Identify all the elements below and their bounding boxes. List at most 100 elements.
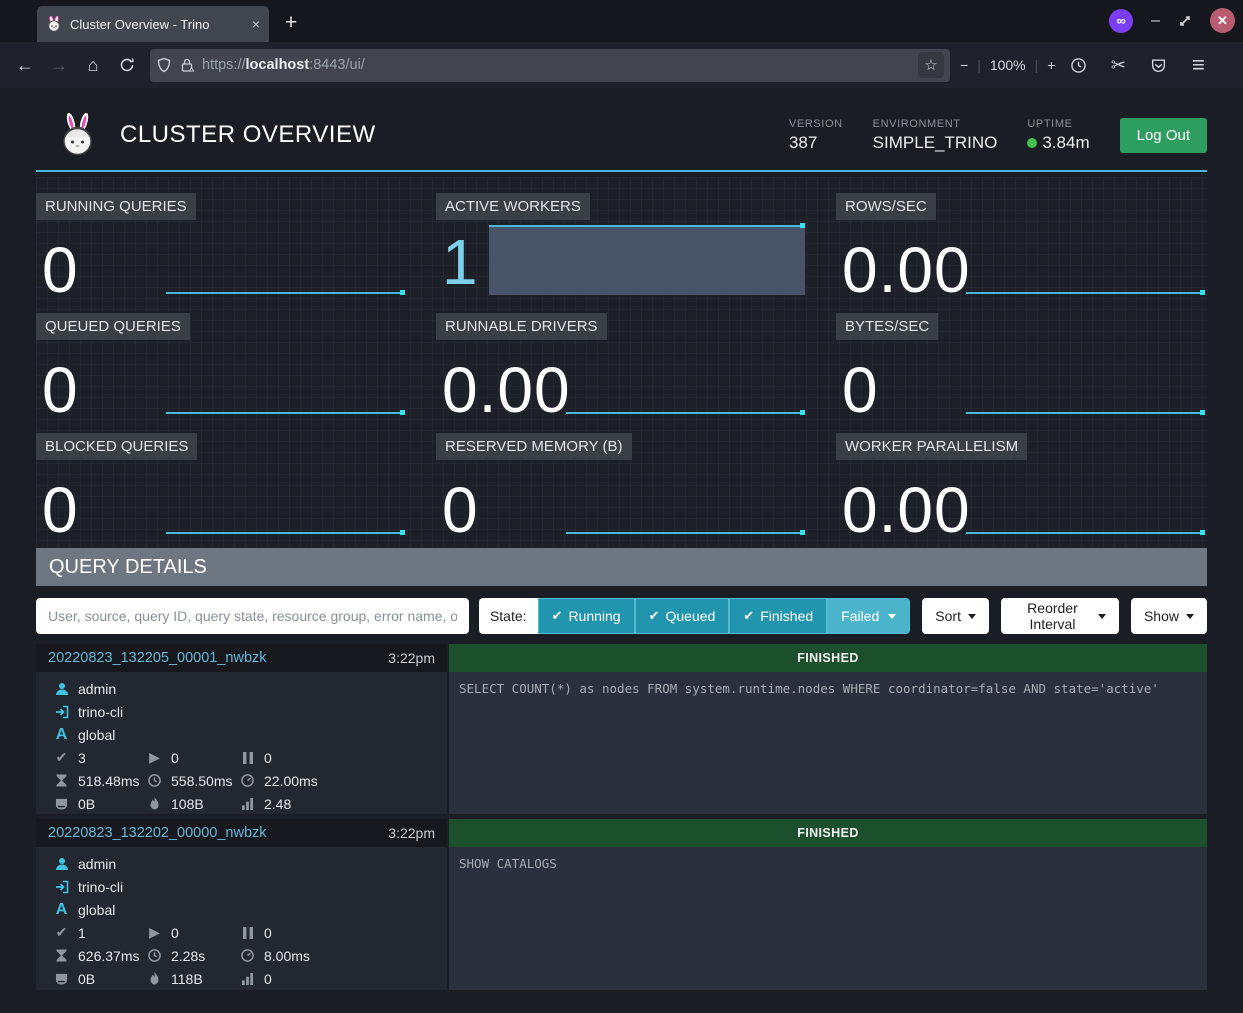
tab-title: Cluster Overview - Trino bbox=[70, 17, 244, 32]
shield-icon[interactable] bbox=[156, 57, 172, 73]
query-details-title: QUERY DETAILS bbox=[49, 556, 207, 579]
screenshot-scissors-icon[interactable]: ✂ bbox=[1103, 49, 1133, 81]
resource-group-icon: A bbox=[54, 902, 69, 918]
stat-value: 0 bbox=[42, 478, 79, 542]
version-stat: VERSION 387 bbox=[789, 118, 843, 153]
sparkline bbox=[166, 412, 404, 414]
window-minimize-button[interactable]: – bbox=[1151, 12, 1160, 30]
cpu-time: 22.00ms bbox=[264, 773, 318, 789]
running-splits-play-icon: ▶ bbox=[147, 924, 162, 941]
filter-queued-button[interactable]: ✔ Queued bbox=[635, 598, 730, 634]
uptime-stat: UPTIME 3.84m bbox=[1027, 118, 1089, 153]
query-id-link[interactable]: 20220823_132202_00000_nwbzk bbox=[48, 825, 267, 841]
query-state-banner: FINISHED bbox=[449, 644, 1207, 672]
stat-value: 1 bbox=[442, 230, 479, 294]
query-time: 3:22pm bbox=[388, 825, 435, 841]
pocket-icon[interactable] bbox=[1143, 49, 1173, 81]
browser-toolbar: ← → ⌂ https://localhost:8443/ui/ ☆ bbox=[0, 42, 1243, 88]
filter-running-button[interactable]: ✔ Running bbox=[538, 598, 635, 634]
cumulative-memory: 118B bbox=[171, 971, 203, 987]
sparkline bbox=[966, 412, 1204, 414]
stat-blocked-queries: BLOCKED QUERIES 0 bbox=[36, 425, 407, 540]
trino-bunny-logo bbox=[58, 112, 98, 158]
trino-favicon-icon bbox=[46, 16, 62, 32]
filter-finished-button[interactable]: ✔ Finished bbox=[729, 598, 827, 634]
app-header: CLUSTER OVERVIEW VERSION 387 ENVIRONMENT… bbox=[36, 100, 1207, 172]
queued-splits: 0 bbox=[264, 750, 272, 766]
version-label: VERSION bbox=[789, 118, 843, 130]
bookmark-star-icon[interactable]: ☆ bbox=[918, 52, 944, 78]
source-sign-in-icon bbox=[54, 880, 69, 894]
filter-failed-dropdown[interactable]: Failed bbox=[827, 598, 910, 634]
home-icon[interactable]: ⌂ bbox=[76, 49, 110, 81]
cumulative-memory-flame-icon bbox=[147, 797, 162, 810]
stat-label: ROWS/SEC bbox=[836, 193, 936, 220]
sort-dropdown[interactable]: Sort bbox=[922, 598, 989, 634]
queued-splits: 0 bbox=[264, 925, 272, 941]
query-id-link[interactable]: 20220823_132205_00001_nwbzk bbox=[48, 650, 267, 666]
trino-cluster-overview-page: Cluster Overview - Trino × + ∞ – ✕ ← → ⌂ bbox=[0, 0, 1243, 1013]
private-browsing-icon: ∞ bbox=[1109, 9, 1133, 33]
version-value: 387 bbox=[789, 133, 843, 153]
tab-close-icon[interactable]: × bbox=[252, 16, 260, 32]
reload-icon[interactable] bbox=[110, 49, 144, 81]
new-tab-button[interactable]: + bbox=[276, 8, 306, 38]
query-search-input[interactable] bbox=[36, 598, 469, 634]
uptime-label: UPTIME bbox=[1027, 118, 1089, 130]
window-close-button[interactable]: ✕ bbox=[1210, 8, 1235, 33]
stat-queued-queries: QUEUED QUERIES 0 bbox=[36, 305, 407, 420]
query-source: trino-cli bbox=[78, 704, 123, 720]
stat-label: QUEUED QUERIES bbox=[36, 313, 190, 340]
uptime-status-dot bbox=[1027, 138, 1037, 148]
query-sql-preview[interactable]: SHOW CATALOGS bbox=[449, 847, 1207, 990]
menu-hamburger-icon[interactable]: ≡ bbox=[1183, 49, 1213, 81]
wall-time: 626.37ms bbox=[78, 948, 139, 964]
cumulative-memory-flame-icon bbox=[147, 972, 162, 985]
query-filter-row: State: ✔ Running ✔ Queued ✔ Finished Fai… bbox=[36, 598, 1207, 634]
zoom-in-icon[interactable]: + bbox=[1047, 57, 1055, 73]
url-bar[interactable]: https://localhost:8443/ui/ ☆ bbox=[150, 49, 950, 82]
separator: | bbox=[1035, 57, 1039, 73]
separator: | bbox=[977, 57, 981, 73]
query-state-banner: FINISHED bbox=[449, 819, 1207, 847]
stat-value: 0.00 bbox=[442, 358, 571, 422]
queued-splits-pause-icon bbox=[240, 927, 255, 939]
query-card: 20220823_132205_00001_nwbzk 3:22pm FINIS… bbox=[36, 644, 1207, 814]
source-sign-in-icon bbox=[54, 705, 69, 719]
chevron-down-icon bbox=[968, 614, 976, 619]
back-icon[interactable]: ← bbox=[8, 49, 42, 81]
query-sql-preview[interactable]: SELECT COUNT(*) as nodes FROM system.run… bbox=[449, 672, 1207, 814]
completed-splits-check-icon: ✔ bbox=[54, 749, 69, 766]
stat-active-workers: ACTIVE WORKERS 1 bbox=[436, 185, 807, 300]
query-resource-group: global bbox=[78, 727, 115, 743]
window-restore-button[interactable] bbox=[1178, 14, 1192, 28]
stat-label: ACTIVE WORKERS bbox=[436, 193, 590, 220]
query-header: 20220823_132202_00000_nwbzk 3:22pm bbox=[36, 819, 447, 847]
show-dropdown[interactable]: Show bbox=[1131, 598, 1207, 634]
query-meta: admin trino-cli Aglobal ✔1 ▶0 0 626.37ms… bbox=[36, 847, 447, 990]
query-meta: admin trino-cli Aglobal ✔3 ▶0 0 518.48ms… bbox=[36, 672, 447, 814]
sparkline bbox=[566, 412, 804, 414]
query-user: admin bbox=[78, 681, 116, 697]
zoom-out-icon[interactable]: − bbox=[960, 57, 968, 73]
browser-tab-bar: Cluster Overview - Trino × + ∞ – ✕ bbox=[0, 0, 1243, 42]
stat-label: BLOCKED QUERIES bbox=[36, 433, 197, 460]
stat-value: 0 bbox=[42, 238, 79, 302]
logout-button[interactable]: Log Out bbox=[1120, 118, 1207, 153]
chevron-down-icon bbox=[1186, 614, 1194, 619]
completed-splits-check-icon: ✔ bbox=[54, 924, 69, 941]
browser-tab[interactable]: Cluster Overview - Trino × bbox=[37, 6, 269, 42]
forward-icon[interactable]: → bbox=[42, 49, 76, 81]
sparkline bbox=[566, 532, 804, 534]
check-icon: ✔ bbox=[743, 608, 754, 624]
url-text[interactable]: https://localhost:8443/ui/ bbox=[202, 57, 911, 73]
history-clock-icon[interactable] bbox=[1063, 49, 1093, 81]
sparkline bbox=[166, 292, 404, 294]
current-memory-drive-icon bbox=[54, 798, 69, 810]
cluster-stats-band: RUNNING QUERIES 0 ACTIVE WORKERS 1 ROWS/… bbox=[36, 177, 1207, 548]
lock-warning-icon[interactable] bbox=[179, 57, 195, 73]
reorder-interval-dropdown[interactable]: Reorder Interval bbox=[1001, 598, 1119, 634]
zoom-level[interactable]: 100% bbox=[990, 57, 1026, 73]
total-time: 2.28s bbox=[171, 948, 205, 964]
state-filter-group: State: ✔ Running ✔ Queued ✔ Finished Fai… bbox=[479, 598, 910, 634]
